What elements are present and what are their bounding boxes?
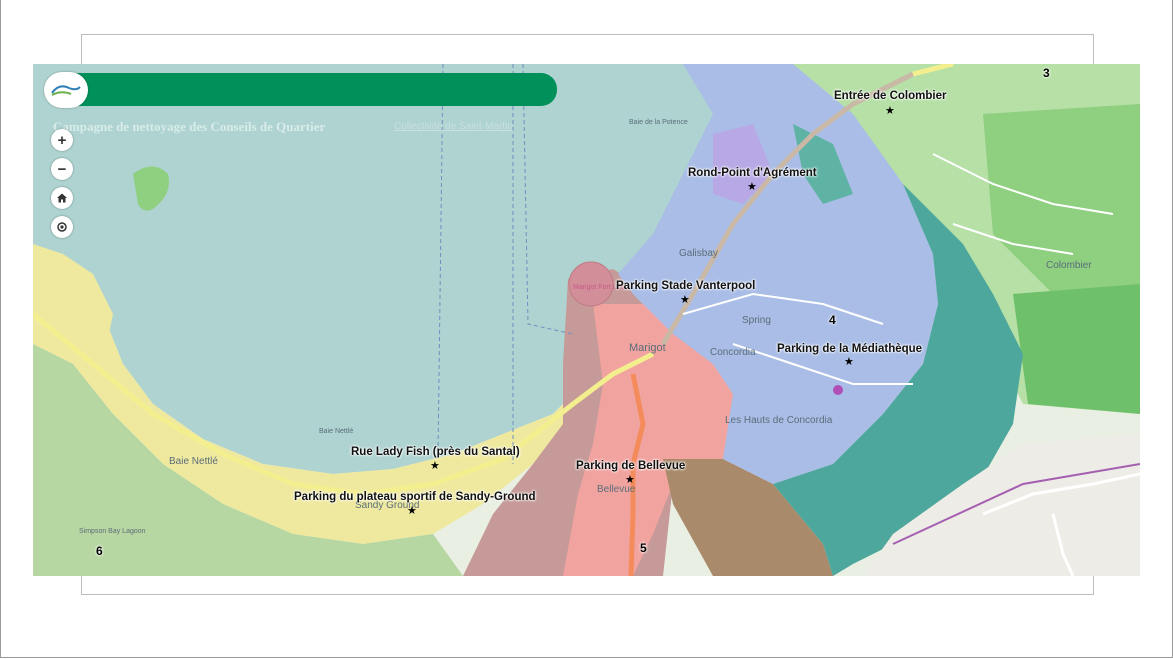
- place-label: Baie de la Potence: [629, 119, 688, 126]
- place-label: Baie Nettlé: [169, 456, 218, 467]
- marker-label[interactable]: Rue Lady Fish (près du Santal): [351, 446, 520, 458]
- zoom-out-button[interactable]: −: [51, 158, 73, 180]
- zone-number: 3: [1043, 66, 1050, 80]
- locate-icon: [57, 222, 67, 232]
- marker-label[interactable]: Rond-Point d'Agrément: [688, 167, 817, 179]
- home-icon: [57, 193, 67, 203]
- marker-label[interactable]: Entrée de Colombier: [834, 90, 946, 102]
- marker-label[interactable]: Parking Stade Vanterpool: [616, 280, 755, 292]
- zone-number: 5: [640, 541, 647, 555]
- zoom-in-button[interactable]: +: [51, 129, 73, 151]
- locate-button[interactable]: [51, 216, 73, 238]
- map-view[interactable]: Campagne de nettoyage des Conseils de Qu…: [33, 64, 1140, 576]
- map-title: Campagne de nettoyage des Conseils de Qu…: [53, 119, 326, 134]
- map-canvas[interactable]: [33, 64, 1140, 576]
- marker-label[interactable]: Parking de Bellevue: [576, 460, 685, 472]
- place-label: Spring: [742, 315, 771, 326]
- place-label: Galisbay: [679, 248, 718, 259]
- marker-star-icon[interactable]: ★: [625, 475, 635, 486]
- place-label: Concordia: [710, 347, 756, 358]
- collectivite-logo-icon[interactable]: [44, 72, 88, 108]
- home-button[interactable]: [51, 187, 73, 209]
- place-label: Baie Nettlé: [319, 428, 354, 435]
- marker-star-icon[interactable]: ★: [407, 506, 417, 517]
- marker-label[interactable]: Parking de la Médiathèque: [777, 343, 922, 355]
- marker-star-icon[interactable]: ★: [680, 295, 690, 306]
- zone-number: 6: [96, 544, 103, 558]
- marker-star-icon[interactable]: ★: [430, 461, 440, 472]
- marker-star-icon[interactable]: ★: [844, 357, 854, 368]
- zone-number: 4: [829, 313, 836, 327]
- place-label: Colombier: [1046, 260, 1092, 271]
- organization-link[interactable]: Collectivité de Saint-Martin: [394, 121, 513, 132]
- place-label: Simpson Bay Lagoon: [79, 528, 146, 535]
- place-label: Marigot: [629, 342, 666, 354]
- marker-star-icon[interactable]: ★: [747, 182, 757, 193]
- header-bar: [75, 73, 557, 106]
- marker-star-icon[interactable]: ★: [885, 106, 895, 117]
- marker-label[interactable]: Parking du plateau sportif de Sandy-Grou…: [294, 491, 536, 503]
- place-label: Les Hauts de Concordia: [725, 415, 833, 426]
